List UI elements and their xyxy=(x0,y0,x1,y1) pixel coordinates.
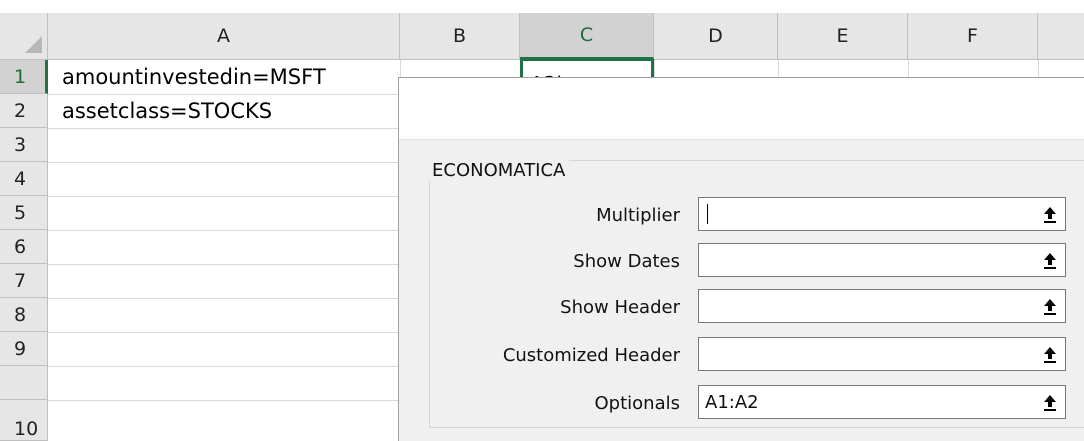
field-label-show-header: Show Header xyxy=(560,297,680,318)
row-header-2[interactable]: 2 xyxy=(0,94,48,128)
row-header-8[interactable]: 8 xyxy=(0,298,48,332)
row-header-9[interactable]: 9 xyxy=(0,332,48,366)
row-header-1[interactable]: 1 xyxy=(0,60,48,94)
cell-a2[interactable]: assetclass=STOCKS xyxy=(62,94,272,128)
show-header-input[interactable] xyxy=(698,289,1066,323)
field-label-optionals: Optionals xyxy=(594,393,680,414)
field-label-show-dates: Show Dates xyxy=(573,251,680,272)
customized-header-input[interactable] xyxy=(698,337,1066,371)
row-header-5[interactable]: 5 xyxy=(0,196,48,230)
collapse-dialog-arrow-icon[interactable] xyxy=(1041,204,1059,224)
select-all-triangle-icon xyxy=(25,36,42,53)
collapse-dialog-arrow-icon[interactable] xyxy=(1041,344,1059,364)
row-header-3[interactable]: 3 xyxy=(0,128,48,162)
collapse-dialog-arrow-icon[interactable] xyxy=(1041,296,1059,316)
collapse-dialog-arrow-icon[interactable] xyxy=(1041,250,1059,270)
field-label-customized-header: Customized Header xyxy=(502,345,680,366)
column-header-g-partial[interactable] xyxy=(1038,13,1084,60)
column-header-e[interactable]: E xyxy=(778,13,908,60)
column-header-c[interactable]: C xyxy=(520,13,654,60)
optionals-value: A1:A2 xyxy=(705,391,759,413)
row-header-6[interactable]: 6 xyxy=(0,230,48,264)
column-header-b[interactable]: B xyxy=(400,13,520,60)
column-header-f[interactable]: F xyxy=(908,13,1038,60)
cell-a1[interactable]: amountinvestedin=MSFT xyxy=(62,60,326,94)
column-header-a[interactable]: A xyxy=(48,13,400,60)
collapse-dialog-arrow-icon[interactable] xyxy=(1041,392,1059,412)
row-header-4[interactable]: 4 xyxy=(0,162,48,196)
row-header-7[interactable]: 7 xyxy=(0,264,48,298)
text-caret xyxy=(707,204,708,224)
row-header-10b[interactable]: 10 xyxy=(0,400,48,441)
column-header-d[interactable]: D xyxy=(654,13,778,60)
optionals-input[interactable]: A1:A2 xyxy=(698,385,1066,419)
row-header-10[interactable] xyxy=(0,366,48,400)
field-label-multiplier: Multiplier xyxy=(596,205,680,226)
multiplier-input[interactable] xyxy=(698,197,1066,231)
show-dates-input[interactable] xyxy=(698,243,1066,277)
group-title: ECONOMATICA xyxy=(428,160,570,181)
select-all-corner[interactable] xyxy=(0,13,48,60)
dialog-formula-area xyxy=(399,78,1084,140)
top-strip xyxy=(0,0,1084,13)
